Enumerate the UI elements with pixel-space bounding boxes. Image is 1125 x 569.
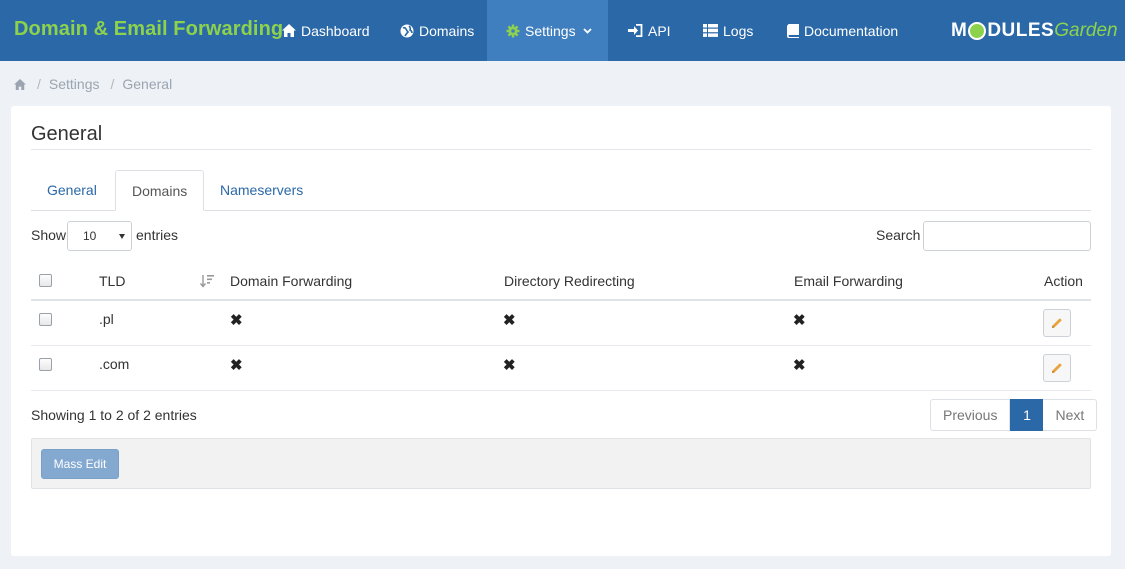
nav-domains-label: Domains xyxy=(419,22,475,39)
select-all-checkbox[interactable] xyxy=(39,274,52,287)
nav-documentation-label: Documentation xyxy=(804,22,899,39)
next-page-button[interactable]: Next xyxy=(1043,399,1098,431)
entries-label: entries xyxy=(136,227,179,243)
tab-bar: General Domains Nameservers xyxy=(31,170,1091,211)
disabled-icon: ✖ xyxy=(230,312,243,329)
tab-domains[interactable]: Domains xyxy=(115,170,205,211)
home-icon[interactable] xyxy=(14,78,26,90)
edit-button[interactable] xyxy=(1043,309,1071,337)
mass-edit-button[interactable]: Mass Edit xyxy=(41,449,119,479)
tld-cell: .com xyxy=(99,356,130,372)
row-checkbox[interactable] xyxy=(39,358,52,371)
pagination: Previous 1 Next xyxy=(930,399,1098,431)
caret-down-icon xyxy=(119,234,125,239)
table-header: TLD Domain Forwarding Directory Redirect… xyxy=(31,265,1091,301)
content-card: General General Domains Nameservers Show… xyxy=(11,106,1111,556)
nav-settings[interactable]: Settings xyxy=(487,0,608,61)
nav-settings-label: Settings xyxy=(525,22,576,39)
home-icon xyxy=(282,24,296,37)
nav-logs[interactable]: Logs xyxy=(703,0,753,61)
tld-cell: .pl xyxy=(99,311,114,327)
disabled-icon: ✖ xyxy=(230,357,243,374)
breadcrumb-general: General xyxy=(122,76,173,92)
column-domain-forwarding[interactable]: Domain Forwarding xyxy=(230,273,352,289)
nav-domains[interactable]: Domains xyxy=(400,0,474,61)
column-email-forwarding[interactable]: Email Forwarding xyxy=(794,273,903,289)
app-title[interactable]: Domain & Email Forwarding xyxy=(14,18,283,41)
title-divider xyxy=(31,149,1091,150)
logo-globe-icon xyxy=(968,22,987,40)
nav-api[interactable]: API xyxy=(628,0,671,61)
globe-icon xyxy=(400,24,414,37)
column-action: Action xyxy=(1044,273,1083,289)
chevron-down-icon xyxy=(582,27,592,34)
page-1-button[interactable]: 1 xyxy=(1010,399,1044,431)
page-size-value: 10 xyxy=(83,229,97,243)
nav-dashboard-label: Dashboard xyxy=(301,22,370,39)
disabled-icon: ✖ xyxy=(503,357,516,374)
edit-button[interactable] xyxy=(1043,354,1071,382)
breadcrumb: / Settings / General xyxy=(14,76,172,92)
breadcrumb-separator: / xyxy=(110,76,115,92)
disabled-icon: ✖ xyxy=(793,357,806,374)
page-size-select[interactable]: 10 xyxy=(67,221,132,251)
nav-documentation[interactable]: Documentation xyxy=(787,0,898,61)
table-row: .com ✖ ✖ ✖ xyxy=(31,346,1091,391)
nav-dashboard[interactable]: Dashboard xyxy=(282,0,370,61)
page-title: General xyxy=(31,123,103,145)
list-icon xyxy=(703,24,718,37)
pencil-icon xyxy=(1052,363,1062,373)
column-directory-redirecting[interactable]: Directory Redirecting xyxy=(504,273,635,289)
row-checkbox[interactable] xyxy=(39,313,52,326)
modulesgarden-logo[interactable]: M DULES Garden xyxy=(951,19,1118,43)
sign-in-icon xyxy=(628,24,643,37)
nav-api-label: API xyxy=(648,22,671,39)
search-input[interactable] xyxy=(923,221,1091,251)
bulk-actions-bar: Mass Edit xyxy=(31,438,1091,489)
search-label: Search xyxy=(876,227,921,243)
top-navbar: Domain & Email Forwarding Dashboard Doma… xyxy=(0,0,1125,61)
book-icon xyxy=(787,23,799,38)
column-tld[interactable]: TLD xyxy=(99,273,125,289)
show-label: Show xyxy=(31,227,67,243)
pencil-icon xyxy=(1052,318,1062,328)
disabled-icon: ✖ xyxy=(503,312,516,329)
disabled-icon: ✖ xyxy=(793,312,806,329)
nav-logs-label: Logs xyxy=(723,22,754,39)
tab-general[interactable]: General xyxy=(31,170,113,211)
table-row: .pl ✖ ✖ ✖ xyxy=(31,301,1091,346)
breadcrumb-separator: / xyxy=(37,76,41,92)
previous-page-button[interactable]: Previous xyxy=(930,399,1011,431)
table-info: Showing 1 to 2 of 2 entries xyxy=(31,407,197,423)
sort-icon[interactable] xyxy=(200,274,214,288)
tab-nameservers[interactable]: Nameservers xyxy=(204,170,319,211)
breadcrumb-settings[interactable]: Settings xyxy=(49,76,100,92)
gear-icon xyxy=(506,24,520,37)
